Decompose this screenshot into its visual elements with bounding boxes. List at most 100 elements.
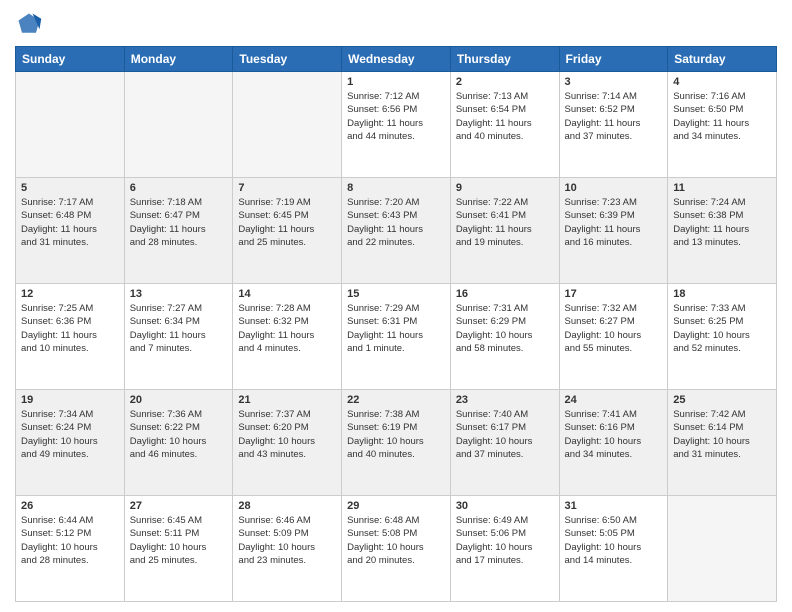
day-info: Sunrise: 7:36 AM Sunset: 6:22 PM Dayligh… <box>130 408 228 461</box>
day-info: Sunrise: 7:28 AM Sunset: 6:32 PM Dayligh… <box>238 302 336 355</box>
calendar-cell: 29 Sunrise: 6:48 AM Sunset: 5:08 PM Dayli… <box>342 496 451 602</box>
calendar-row-0: 1Sunrise: 7:12 AM Sunset: 6:56 PM Daylig… <box>16 72 777 178</box>
calendar-cell: 21 Sunrise: 7:37 AM Sunset: 6:20 PM Dayli… <box>233 390 342 496</box>
calendar-cell: 20Sunrise: 7:36 AM Sunset: 6:22 PM Dayli… <box>124 390 233 496</box>
page: SundayMondayTuesdayWednesdayThursdayFrid… <box>0 0 792 612</box>
calendar-cell: 8Sunrise: 7:20 AM Sunset: 6:43 PM Daylig… <box>342 178 451 284</box>
day-number: 28 <box>238 500 336 512</box>
calendar-cell: 30 Sunrise: 6:49 AM Sunset: 5:06 PM Dayli… <box>450 496 559 602</box>
calendar-cell: 7 Sunrise: 7:19 AM Sunset: 6:45 PM Daylig… <box>233 178 342 284</box>
calendar-cell: 11 Sunrise: 7:24 AM Sunset: 6:38 PM Dayli… <box>668 178 777 284</box>
calendar-cell: 16 Sunrise: 7:31 AM Sunset: 6:29 PM Dayli… <box>450 284 559 390</box>
calendar-row-2: 12 Sunrise: 7:25 AM Sunset: 6:36 PM Dayli… <box>16 284 777 390</box>
calendar-cell: 25 Sunrise: 7:42 AM Sunset: 6:14 PM Dayli… <box>668 390 777 496</box>
day-info: Sunrise: 7:27 AM Sunset: 6:34 PM Dayligh… <box>130 302 228 355</box>
day-number: 18 <box>673 288 771 300</box>
day-number: 30 <box>456 500 554 512</box>
day-number: 17 <box>565 288 663 300</box>
calendar-cell: 19Sunrise: 7:34 AM Sunset: 6:24 PM Dayli… <box>16 390 125 496</box>
day-number: 24 <box>565 394 663 406</box>
calendar-cell: 23 Sunrise: 7:40 AM Sunset: 6:17 PM Dayli… <box>450 390 559 496</box>
day-info: Sunrise: 7:40 AM Sunset: 6:17 PM Dayligh… <box>456 408 554 461</box>
day-info: Sunrise: 7:20 AM Sunset: 6:43 PM Dayligh… <box>347 196 445 249</box>
day-info: Sunrise: 7:12 AM Sunset: 6:56 PM Dayligh… <box>347 90 445 143</box>
day-number: 14 <box>238 288 336 300</box>
calendar-cell <box>668 496 777 602</box>
calendar-cell: 24Sunrise: 7:41 AM Sunset: 6:16 PM Dayli… <box>559 390 668 496</box>
day-number: 29 <box>347 500 445 512</box>
day-number: 3 <box>565 76 663 88</box>
day-number: 7 <box>238 182 336 194</box>
day-number: 6 <box>130 182 228 194</box>
calendar-cell: 4Sunrise: 7:16 AM Sunset: 6:50 PM Daylig… <box>668 72 777 178</box>
weekday-monday: Monday <box>124 47 233 72</box>
day-info: Sunrise: 6:46 AM Sunset: 5:09 PM Dayligh… <box>238 514 336 567</box>
calendar-cell: 12 Sunrise: 7:25 AM Sunset: 6:36 PM Dayli… <box>16 284 125 390</box>
calendar-cell: 10Sunrise: 7:23 AM Sunset: 6:39 PM Dayli… <box>559 178 668 284</box>
calendar-cell: 28 Sunrise: 6:46 AM Sunset: 5:09 PM Dayli… <box>233 496 342 602</box>
day-info: Sunrise: 6:50 AM Sunset: 5:05 PM Dayligh… <box>565 514 663 567</box>
day-info: Sunrise: 7:19 AM Sunset: 6:45 PM Dayligh… <box>238 196 336 249</box>
day-info: Sunrise: 7:18 AM Sunset: 6:47 PM Dayligh… <box>130 196 228 249</box>
calendar-cell: 27Sunrise: 6:45 AM Sunset: 5:11 PM Dayli… <box>124 496 233 602</box>
logo-icon <box>15 10 43 38</box>
calendar-cell: 15 Sunrise: 7:29 AM Sunset: 6:31 PM Dayli… <box>342 284 451 390</box>
day-number: 9 <box>456 182 554 194</box>
day-info: Sunrise: 7:17 AM Sunset: 6:48 PM Dayligh… <box>21 196 119 249</box>
day-info: Sunrise: 7:25 AM Sunset: 6:36 PM Dayligh… <box>21 302 119 355</box>
day-number: 21 <box>238 394 336 406</box>
day-number: 15 <box>347 288 445 300</box>
day-info: Sunrise: 7:31 AM Sunset: 6:29 PM Dayligh… <box>456 302 554 355</box>
calendar-row-1: 5 Sunrise: 7:17 AM Sunset: 6:48 PM Daylig… <box>16 178 777 284</box>
day-number: 10 <box>565 182 663 194</box>
logo <box>15 10 45 38</box>
day-number: 23 <box>456 394 554 406</box>
day-number: 11 <box>673 182 771 194</box>
calendar-cell: 31Sunrise: 6:50 AM Sunset: 5:05 PM Dayli… <box>559 496 668 602</box>
day-number: 2 <box>456 76 554 88</box>
day-number: 12 <box>21 288 119 300</box>
calendar-cell: 3 Sunrise: 7:14 AM Sunset: 6:52 PM Daylig… <box>559 72 668 178</box>
day-info: Sunrise: 6:44 AM Sunset: 5:12 PM Dayligh… <box>21 514 119 567</box>
weekday-wednesday: Wednesday <box>342 47 451 72</box>
calendar-cell: 22 Sunrise: 7:38 AM Sunset: 6:19 PM Dayli… <box>342 390 451 496</box>
weekday-header-row: SundayMondayTuesdayWednesdayThursdayFrid… <box>16 47 777 72</box>
day-number: 4 <box>673 76 771 88</box>
weekday-thursday: Thursday <box>450 47 559 72</box>
day-info: Sunrise: 7:14 AM Sunset: 6:52 PM Dayligh… <box>565 90 663 143</box>
calendar-cell: 6 Sunrise: 7:18 AM Sunset: 6:47 PM Daylig… <box>124 178 233 284</box>
day-number: 26 <box>21 500 119 512</box>
calendar-cell: 26 Sunrise: 6:44 AM Sunset: 5:12 PM Dayli… <box>16 496 125 602</box>
calendar-row-4: 26 Sunrise: 6:44 AM Sunset: 5:12 PM Dayli… <box>16 496 777 602</box>
day-info: Sunrise: 7:37 AM Sunset: 6:20 PM Dayligh… <box>238 408 336 461</box>
weekday-sunday: Sunday <box>16 47 125 72</box>
calendar-cell: 17Sunrise: 7:32 AM Sunset: 6:27 PM Dayli… <box>559 284 668 390</box>
calendar-cell <box>16 72 125 178</box>
day-info: Sunrise: 7:38 AM Sunset: 6:19 PM Dayligh… <box>347 408 445 461</box>
weekday-friday: Friday <box>559 47 668 72</box>
day-info: Sunrise: 7:33 AM Sunset: 6:25 PM Dayligh… <box>673 302 771 355</box>
day-info: Sunrise: 7:42 AM Sunset: 6:14 PM Dayligh… <box>673 408 771 461</box>
day-number: 25 <box>673 394 771 406</box>
weekday-tuesday: Tuesday <box>233 47 342 72</box>
weekday-saturday: Saturday <box>668 47 777 72</box>
day-number: 16 <box>456 288 554 300</box>
calendar-cell: 13 Sunrise: 7:27 AM Sunset: 6:34 PM Dayli… <box>124 284 233 390</box>
day-number: 19 <box>21 394 119 406</box>
calendar-cell: 18 Sunrise: 7:33 AM Sunset: 6:25 PM Dayli… <box>668 284 777 390</box>
calendar-cell: 14 Sunrise: 7:28 AM Sunset: 6:32 PM Dayli… <box>233 284 342 390</box>
day-number: 13 <box>130 288 228 300</box>
day-number: 5 <box>21 182 119 194</box>
day-info: Sunrise: 7:29 AM Sunset: 6:31 PM Dayligh… <box>347 302 445 355</box>
day-info: Sunrise: 6:49 AM Sunset: 5:06 PM Dayligh… <box>456 514 554 567</box>
calendar-cell: 5 Sunrise: 7:17 AM Sunset: 6:48 PM Daylig… <box>16 178 125 284</box>
day-info: Sunrise: 6:48 AM Sunset: 5:08 PM Dayligh… <box>347 514 445 567</box>
calendar-cell: 9Sunrise: 7:22 AM Sunset: 6:41 PM Daylig… <box>450 178 559 284</box>
day-info: Sunrise: 7:24 AM Sunset: 6:38 PM Dayligh… <box>673 196 771 249</box>
calendar-row-3: 19Sunrise: 7:34 AM Sunset: 6:24 PM Dayli… <box>16 390 777 496</box>
calendar-cell <box>233 72 342 178</box>
day-info: Sunrise: 6:45 AM Sunset: 5:11 PM Dayligh… <box>130 514 228 567</box>
day-number: 22 <box>347 394 445 406</box>
day-info: Sunrise: 7:13 AM Sunset: 6:54 PM Dayligh… <box>456 90 554 143</box>
calendar-cell <box>124 72 233 178</box>
